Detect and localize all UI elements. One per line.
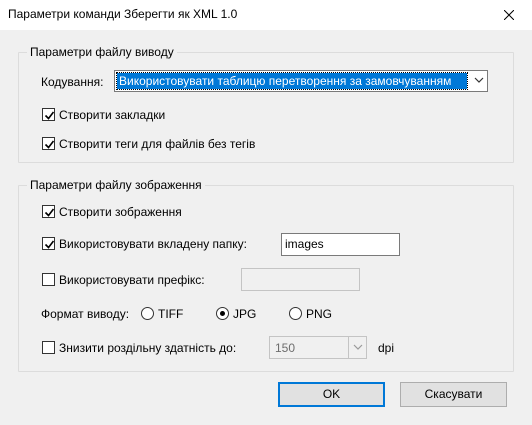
use-subfolder-checkbox[interactable] <box>42 237 55 250</box>
format-radio-png-label[interactable]: PNG <box>306 307 332 321</box>
format-radio-jpg-label[interactable]: JPG <box>233 307 256 321</box>
format-radio-jpg[interactable] <box>216 307 229 320</box>
close-icon <box>504 10 514 20</box>
format-radio-tiff[interactable] <box>141 307 154 320</box>
checkmark-icon <box>44 140 55 149</box>
close-button[interactable] <box>486 0 532 30</box>
create-bookmarks-checkbox[interactable] <box>42 108 55 121</box>
checkmark-icon <box>44 111 55 120</box>
encoding-select[interactable]: Використовувати таблицю перетворення за … <box>114 70 488 92</box>
chevron-down-icon <box>353 344 363 350</box>
encoding-label: Кодування: <box>41 75 104 89</box>
create-images-label[interactable]: Створити зображення <box>59 205 182 219</box>
dpi-value: 150 <box>275 341 296 355</box>
use-prefix-label[interactable]: Використовувати префікс: <box>59 273 205 287</box>
cancel-button[interactable]: Скасувати <box>400 382 507 407</box>
dpi-unit-label: dpi <box>378 341 395 355</box>
image-group-title: Параметри файлу зображення <box>27 178 205 192</box>
window-title: Параметри команди Зберегти як XML 1.0 <box>8 7 238 21</box>
encoding-selected-value: Використовувати таблицю перетворення за … <box>116 72 468 90</box>
use-prefix-checkbox[interactable] <box>42 273 55 286</box>
create-images-checkbox[interactable] <box>42 205 55 218</box>
radio-selected-dot <box>220 311 225 316</box>
dpi-combo[interactable]: 150 <box>269 336 367 359</box>
create-bookmarks-label[interactable]: Створити закладки <box>59 108 165 122</box>
prefix-input[interactable] <box>241 268 360 291</box>
use-subfolder-label[interactable]: Використовувати вкладену папку: <box>59 237 247 251</box>
title-bar: Параметри команди Зберегти як XML 1.0 <box>0 0 532 30</box>
format-label: Формат виводу: <box>41 307 130 321</box>
create-tags-checkbox[interactable] <box>42 137 55 150</box>
output-group-title: Параметри файлу виводу <box>27 45 177 59</box>
downsample-checkbox[interactable] <box>42 341 55 354</box>
create-tags-label[interactable]: Створити теги для файлів без тегів <box>59 137 255 151</box>
dpi-dropdown-button[interactable] <box>348 337 366 358</box>
checkmark-icon <box>44 208 55 217</box>
downsample-label[interactable]: Знизити роздільну здатність до: <box>59 341 236 355</box>
format-radio-png[interactable] <box>289 307 302 320</box>
format-radio-tiff-label[interactable]: TIFF <box>158 307 183 321</box>
ok-button[interactable]: OK <box>278 382 385 407</box>
checkmark-icon <box>44 240 55 249</box>
subfolder-input[interactable]: images <box>281 233 400 256</box>
chevron-down-icon <box>474 77 484 83</box>
